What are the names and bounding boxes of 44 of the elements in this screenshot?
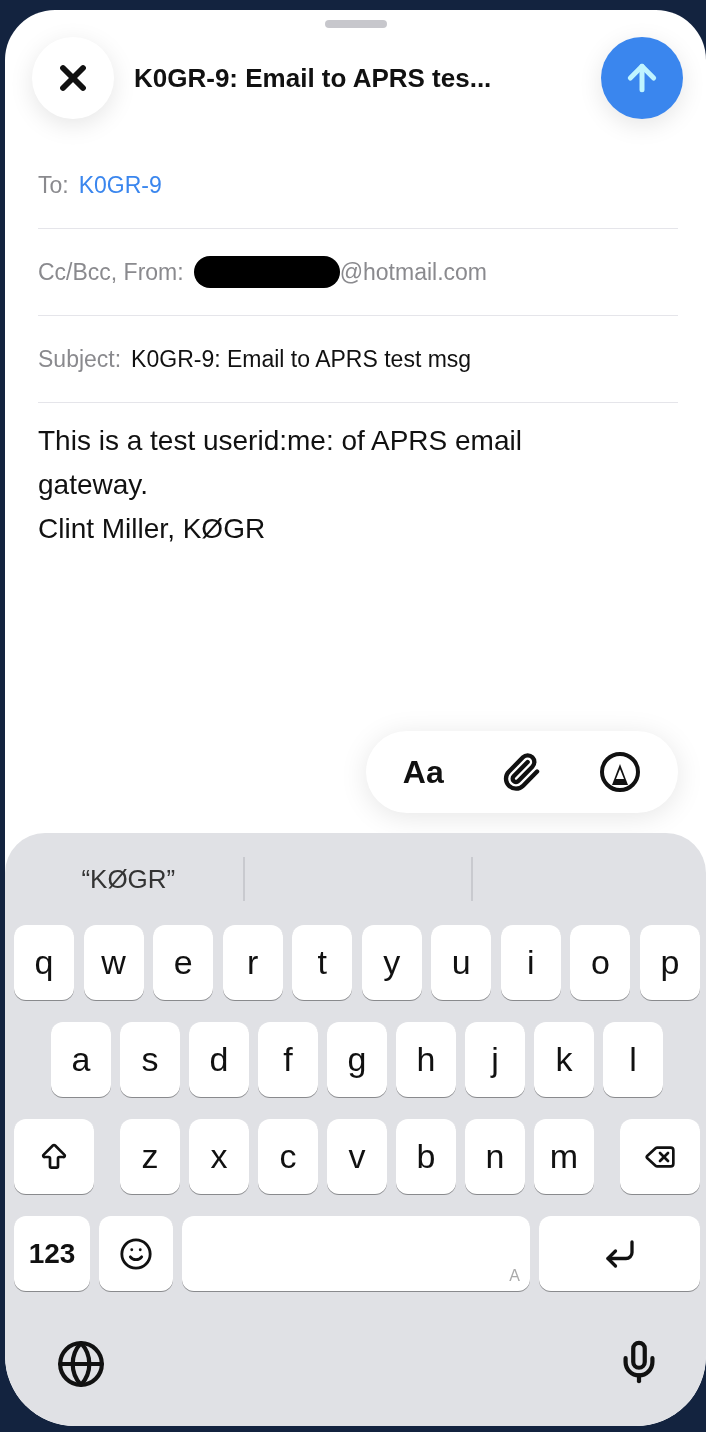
letter-key[interactable]: d [189, 1022, 249, 1097]
message-text: Clint Miller, KØGR [38, 512, 267, 546]
field-label: To: [38, 171, 69, 199]
field-label: Subject: [38, 345, 122, 373]
letter-key[interactable]: o [570, 925, 631, 1000]
letter-key[interactable]: t [292, 925, 353, 1000]
letter-key[interactable]: a [51, 1022, 111, 1097]
letter-key[interactable]: s [120, 1022, 180, 1097]
shift-key[interactable] [14, 1119, 94, 1194]
emoji-key[interactable] [99, 1216, 173, 1291]
letter-key[interactable]: i [500, 925, 561, 1000]
globe-icon[interactable] [56, 1339, 106, 1389]
letter-key[interactable]: q [14, 925, 74, 1000]
letter-key[interactable]: b [396, 1119, 456, 1194]
message-text: This is a test userid:me: of APRS email gateway. [38, 424, 523, 502]
field-label: Cc/Bcc, From: [38, 258, 184, 286]
letter-key[interactable]: h [396, 1022, 456, 1097]
delete-key[interactable] [620, 1119, 700, 1194]
letter-key[interactable]: n [465, 1119, 525, 1194]
letter-key[interactable]: z [120, 1119, 180, 1194]
letter-key[interactable]: f [258, 1022, 318, 1097]
letter-key[interactable]: e [153, 925, 214, 1000]
letter-key[interactable]: j [465, 1022, 525, 1097]
suggestion[interactable]: “KØGR” [81, 863, 176, 895]
format-button[interactable]: Aa [402, 753, 444, 791]
letter-key[interactable]: p [639, 925, 700, 1000]
letter-key[interactable]: v [327, 1119, 387, 1194]
numbers-key[interactable]: 123 [14, 1216, 90, 1291]
markup-icon[interactable] [599, 751, 642, 793]
letter-key[interactable]: l [603, 1022, 663, 1097]
letter-key[interactable]: x [189, 1119, 249, 1194]
letter-key[interactable]: m [534, 1119, 594, 1194]
recipient-token[interactable]: K0GR-9 [78, 171, 162, 199]
field-value[interactable]: K0GR-9: Email to APRS test msg [131, 345, 472, 373]
letter-key[interactable]: c [258, 1119, 318, 1194]
letter-key[interactable]: k [534, 1022, 594, 1097]
letter-key[interactable]: g [327, 1022, 387, 1097]
smiley-icon [119, 1236, 153, 1271]
letter-key[interactable]: w [83, 925, 144, 1000]
paperclip-icon[interactable] [501, 752, 542, 792]
letter-key[interactable]: u [431, 925, 492, 1000]
letter-key[interactable]: y [361, 925, 422, 1000]
window-title: K0GR-9: Email to APRS tes... [134, 62, 493, 94]
letter-key[interactable]: r [222, 925, 283, 1000]
